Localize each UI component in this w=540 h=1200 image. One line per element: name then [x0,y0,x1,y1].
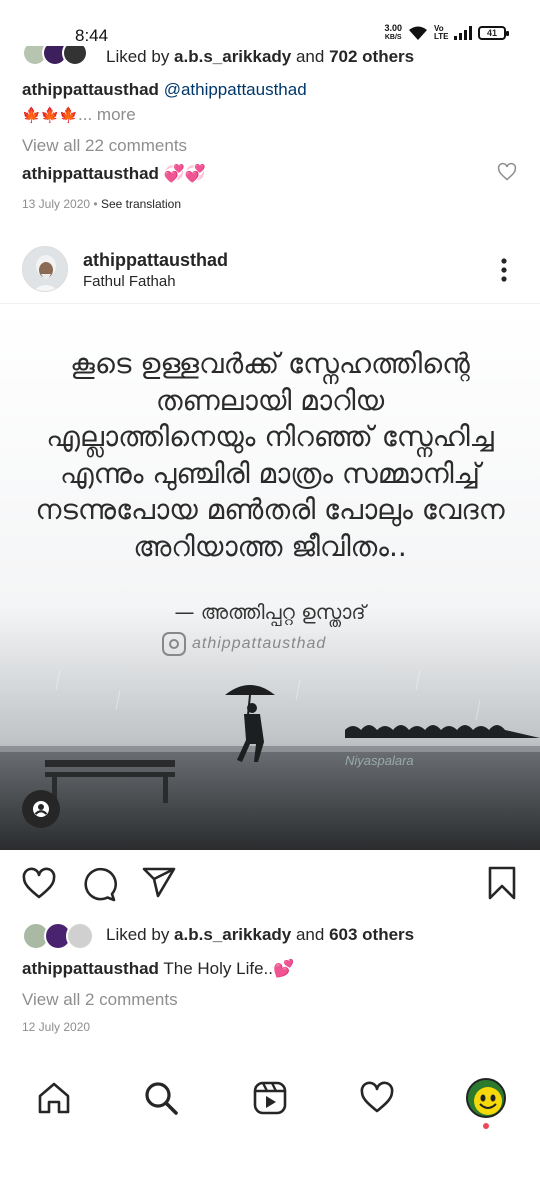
comment-like-heart-icon[interactable] [497,162,517,182]
quote-line: നടന്നുപോയ മൺതരി പോലും വേദന [35,493,505,526]
liked-by-and: and [291,925,330,944]
caption-username[interactable]: athippattausthad [22,80,159,99]
quote-author: — അത്തിപ്പറ്റ ഉസ്താദ് [174,600,366,624]
status-indicators: 3.00 KB/S Vo LTE 41 [384,24,509,42]
view-all-comments-link[interactable]: View all 22 comments [22,136,187,156]
post-image[interactable]: കൂടെ ഉള്ളവർക്ക് സ്നേഹത്തിന്റെ തണലായി മാറ… [0,310,540,850]
network-speed-value: 3.00 [384,23,402,33]
home-icon[interactable] [36,1080,72,1116]
liked-by-user[interactable]: a.b.s_arikkady [174,47,291,66]
quote-line: എല്ലാത്തിനെയും നിറഞ്ഞ് സ്നേഹിച്ച [46,420,494,453]
liked-by-prefix: Liked by [106,925,175,944]
comment-text: 💞💞 [163,164,207,183]
send-icon[interactable] [141,865,177,901]
network-speed: 3.00 KB/S [384,24,402,42]
status-bar: 8:44 3.00 KB/S Vo LTE 41 [0,0,540,48]
quote-line: കൂടെ ഉള്ളവർക്ക് സ്നേഹത്തിന്റെ [70,347,470,380]
caption-username[interactable]: athippattausthad [22,959,159,978]
more-link[interactable]: ... more [78,105,136,124]
post-header: athippattausthad Fathul Fathah [0,240,540,304]
activity-heart-icon[interactable] [359,1080,395,1116]
liked-by-count[interactable]: 603 others [329,925,414,944]
person-tag-icon [33,801,49,817]
search-icon[interactable] [143,1080,179,1116]
comment-preview: athippattausthad 💞💞 [22,164,206,184]
liked-by-text: Liked by a.b.s_arikkady and 702 others [106,47,414,67]
previous-post-caption: athippattausthad @athippattausthad [22,80,307,100]
notification-dot [483,1123,489,1129]
previous-post-date: 13 July 2020 • See translation [22,197,181,211]
post-username[interactable]: athippattausthad [83,250,228,271]
liked-by-prefix: Liked by [106,47,175,66]
avatar[interactable] [22,246,68,292]
heart-icon[interactable] [21,866,57,902]
post-date: 12 July 2020 [22,1020,91,1034]
status-time: 8:44 [75,26,109,45]
bottom-navigation [0,1068,540,1138]
see-translation-link[interactable]: See translation [101,197,181,211]
quote-line: അറിയാത്ത ജീവിതം.. [133,529,407,563]
post-location[interactable]: Fathul Fathah [83,273,176,290]
smiley-avatar [468,1080,504,1116]
quote-text: കൂടെ ഉള്ളവർക്ക് സ്നേഹത്തിന്റെ തണലായി മാറ… [0,346,540,565]
quote-line: തണലായി മാറിയ [155,383,385,417]
battery-icon: 41 [478,26,509,40]
signal-icon [454,26,472,40]
volte-label: Vo LTE [434,24,449,41]
profile-avatar[interactable] [466,1078,506,1118]
caption-continuation: 🍁🍁🍁... more [22,105,136,125]
tagged-people-button[interactable] [22,790,60,828]
liked-by-row[interactable]: Liked by a.b.s_arikkady and 603 others [22,922,522,950]
liked-by-text: Liked by a.b.s_arikkady and 603 others [106,925,414,945]
caption-text: The Holy Life..💕 [158,959,295,978]
comment-username[interactable]: athippattausthad [22,164,159,183]
previous-post-liked-by[interactable]: Liked by a.b.s_arikkady and 702 others [22,46,522,68]
liker-avatars [22,46,92,68]
avatar [66,922,94,950]
caption-mention[interactable]: @athippattausthad [164,80,307,99]
liked-by-user[interactable]: a.b.s_arikkady [174,925,291,944]
view-all-comments-link[interactable]: View all 2 comments [22,990,178,1010]
network-speed-unit: KB/S [384,34,402,41]
battery-level: 41 [486,28,497,38]
more-vertical-icon[interactable] [494,256,514,284]
bookmark-icon[interactable] [484,865,520,901]
maple-leaf-emoji: 🍁🍁🍁 [22,107,79,124]
liked-by-and: and [291,47,330,66]
instagram-icon [162,632,186,656]
reels-icon[interactable] [252,1080,288,1116]
image-handle: athippattausthad [162,632,326,656]
image-handle-text: athippattausthad [192,635,327,652]
quote-line: എന്നും പുഞ്ചിരി മാത്രം സമ്മാനിച്ച് [59,456,481,490]
comment-icon[interactable] [81,866,117,902]
image-watermark: Niyaspalara [345,753,414,768]
liked-by-count[interactable]: 702 others [329,47,414,66]
avatar [62,46,88,66]
post-caption: athippattausthad The Holy Life..💕 [22,959,294,979]
post-date: 13 July 2020 [22,197,91,211]
wifi-icon [409,26,427,40]
profile-photo [23,247,67,291]
